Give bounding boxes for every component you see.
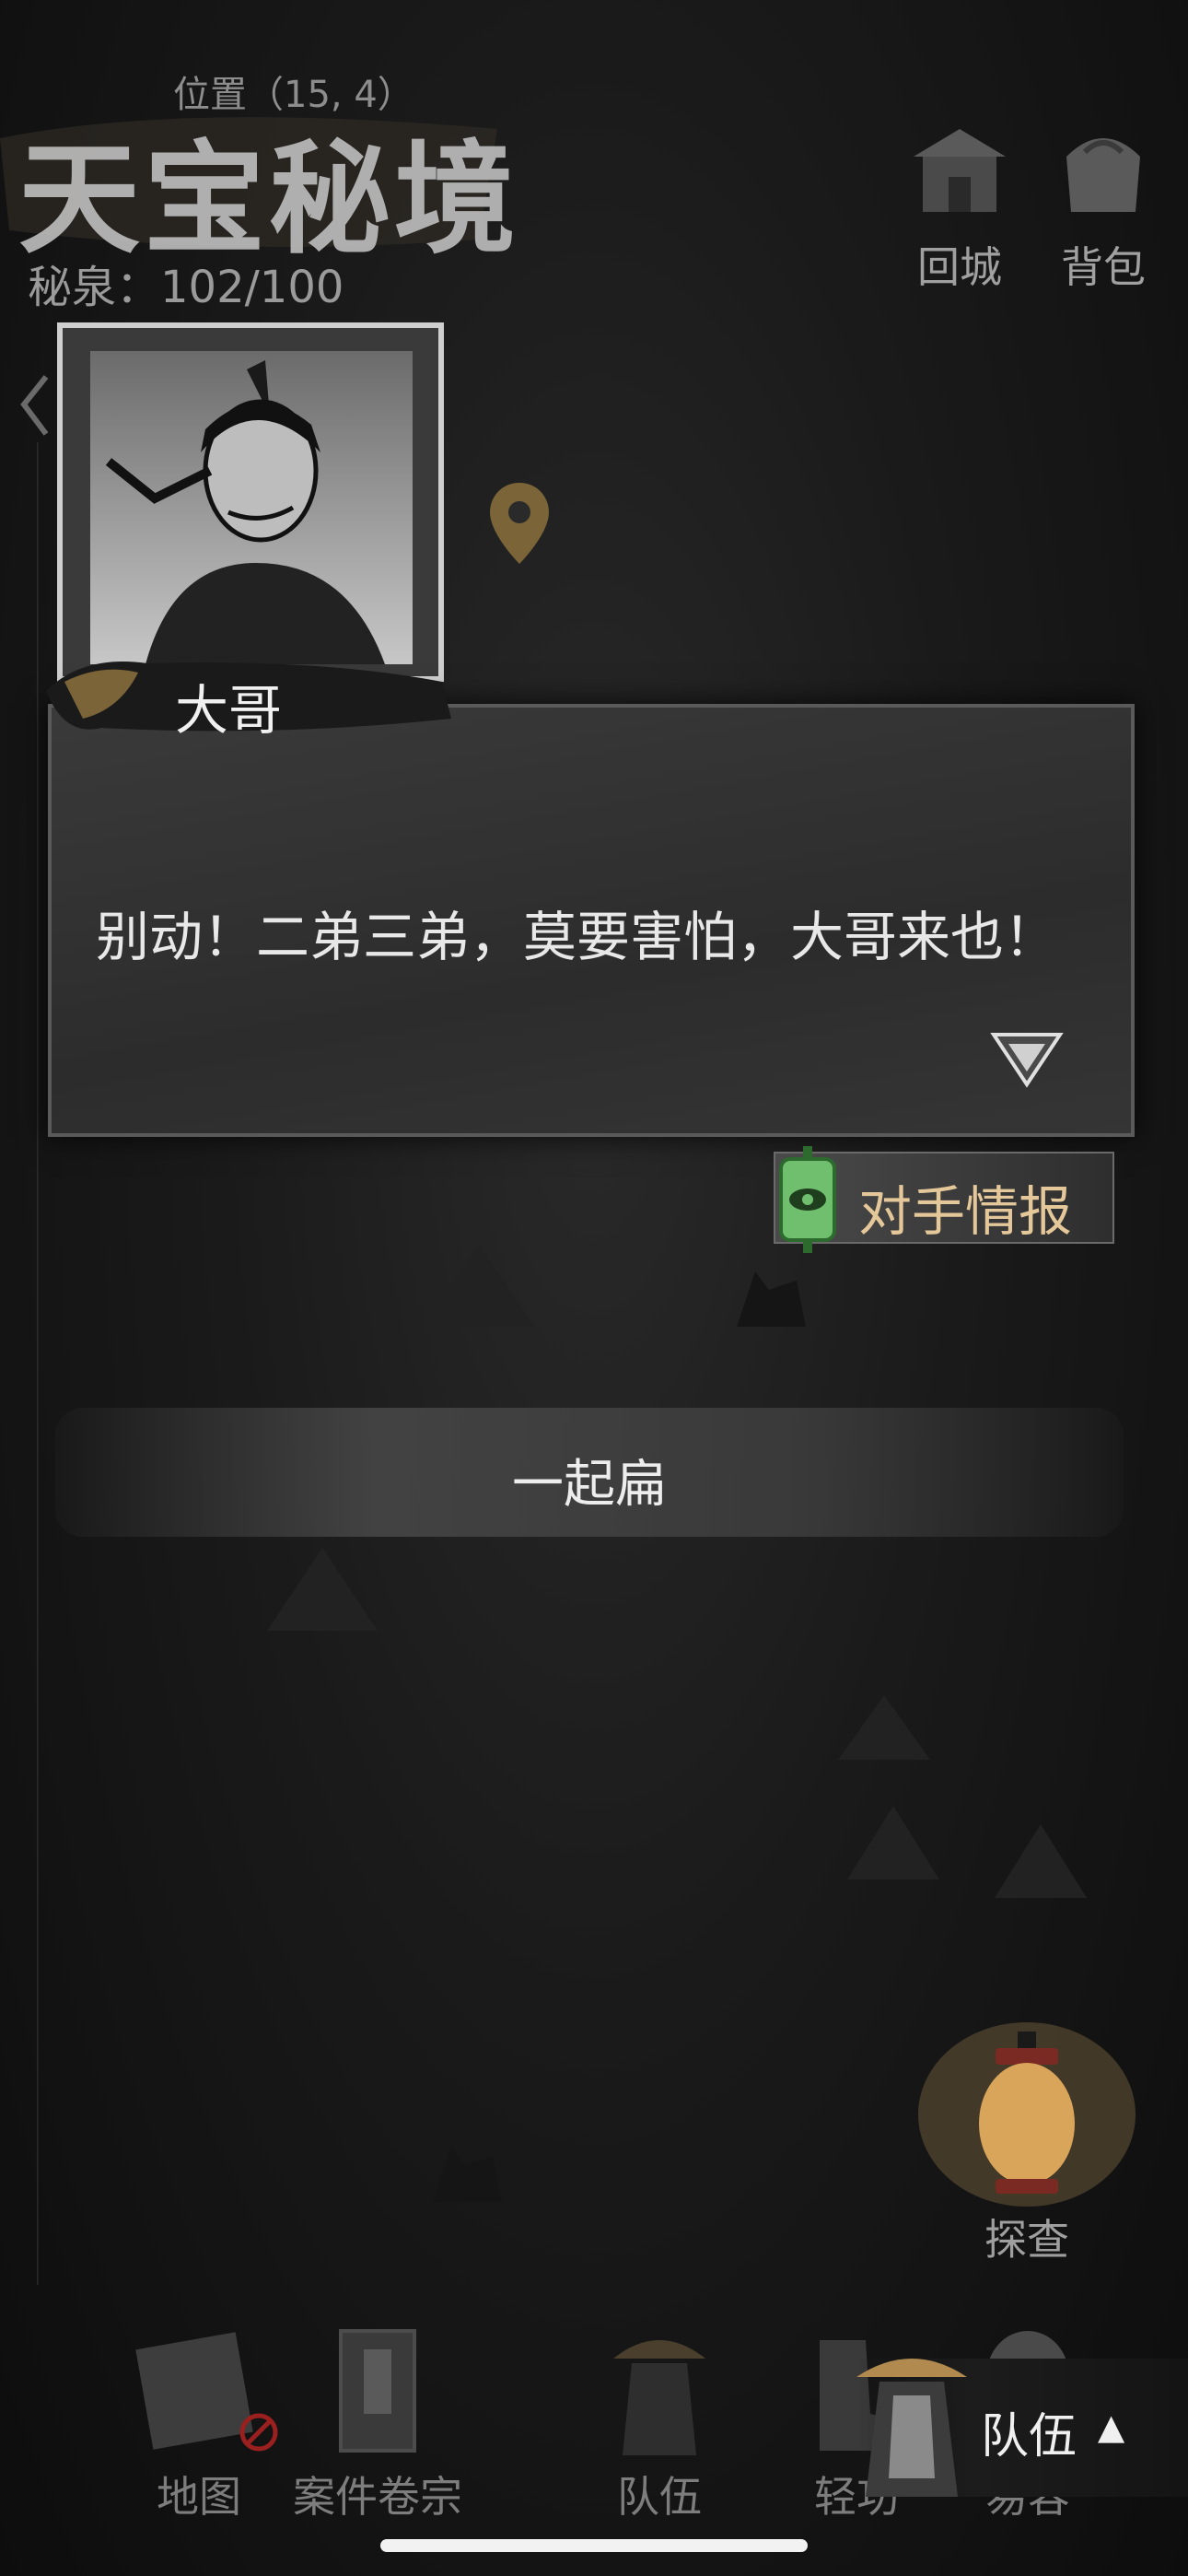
speaker-portrait-frame: [57, 322, 444, 682]
case-file-icon: [339, 2329, 416, 2453]
map-tile-fox: [433, 2147, 502, 2202]
map-tile-tent: [424, 1244, 534, 1327]
map-tile-tent: [847, 1806, 939, 1879]
expand-up-icon: ▲: [1098, 2406, 1125, 2447]
eye-lantern-icon: [779, 1146, 836, 1253]
scroll-map-icon: [135, 2332, 278, 2452]
secret-spring-counter: 秘泉：102/100: [28, 262, 344, 313]
map-tile-tent: [267, 1548, 378, 1631]
straw-hat-warrior-icon: [856, 2359, 967, 2497]
team-panel-label: 队伍: [981, 2409, 1077, 2465]
backpack-icon: [1066, 138, 1140, 212]
team-panel-toggle[interactable]: 队伍 ▲: [856, 2359, 1188, 2497]
nav-map[interactable]: 地图: [107, 2322, 291, 2524]
opponent-intel-button[interactable]: 对手情报: [774, 1146, 1114, 1253]
speaker-name: 大哥: [175, 679, 283, 742]
nav-team-label: 队伍: [617, 2472, 702, 2522]
nav-map-label: 地图: [157, 2472, 241, 2522]
straw-hat-warrior-icon: [613, 2340, 705, 2455]
nav-team[interactable]: 队伍: [567, 2322, 751, 2524]
explore-button[interactable]: 探查: [916, 2004, 1137, 2265]
map-tile-fox: [737, 1271, 806, 1327]
chevron-left-icon[interactable]: [17, 373, 53, 438]
location-pin-icon[interactable]: [486, 479, 553, 568]
backpack-label: 背包: [1061, 242, 1146, 292]
choice-option-button[interactable]: 一起扁: [55, 1408, 1124, 1537]
return-city-button[interactable]: 回城: [895, 120, 1024, 295]
character-portrait-icon: [105, 360, 385, 664]
nav-case-files-label: 案件卷宗: [293, 2472, 462, 2522]
nav-case-files[interactable]: 案件卷宗: [285, 2322, 470, 2524]
choice-option-label: 一起扁: [512, 1455, 667, 1515]
map-tile-tent: [995, 1824, 1087, 1898]
lantern-icon: [918, 2022, 1136, 2207]
home-indicator[interactable]: [380, 2539, 808, 2552]
backpack-button[interactable]: 背包: [1039, 120, 1168, 295]
advance-triangle-icon[interactable]: [990, 1027, 1064, 1092]
city-gate-icon: [914, 129, 1006, 212]
speaker-portrait: [90, 351, 413, 664]
return-city-label: 回城: [917, 242, 1002, 292]
dialogue-text: 别动！二弟三弟，莫要害怕，大哥来也！: [96, 906, 1058, 968]
map-tile-tent: [838, 1695, 930, 1760]
opponent-intel-label: 对手情报: [858, 1180, 1073, 1243]
explore-label: 探查: [984, 2215, 1069, 2265]
